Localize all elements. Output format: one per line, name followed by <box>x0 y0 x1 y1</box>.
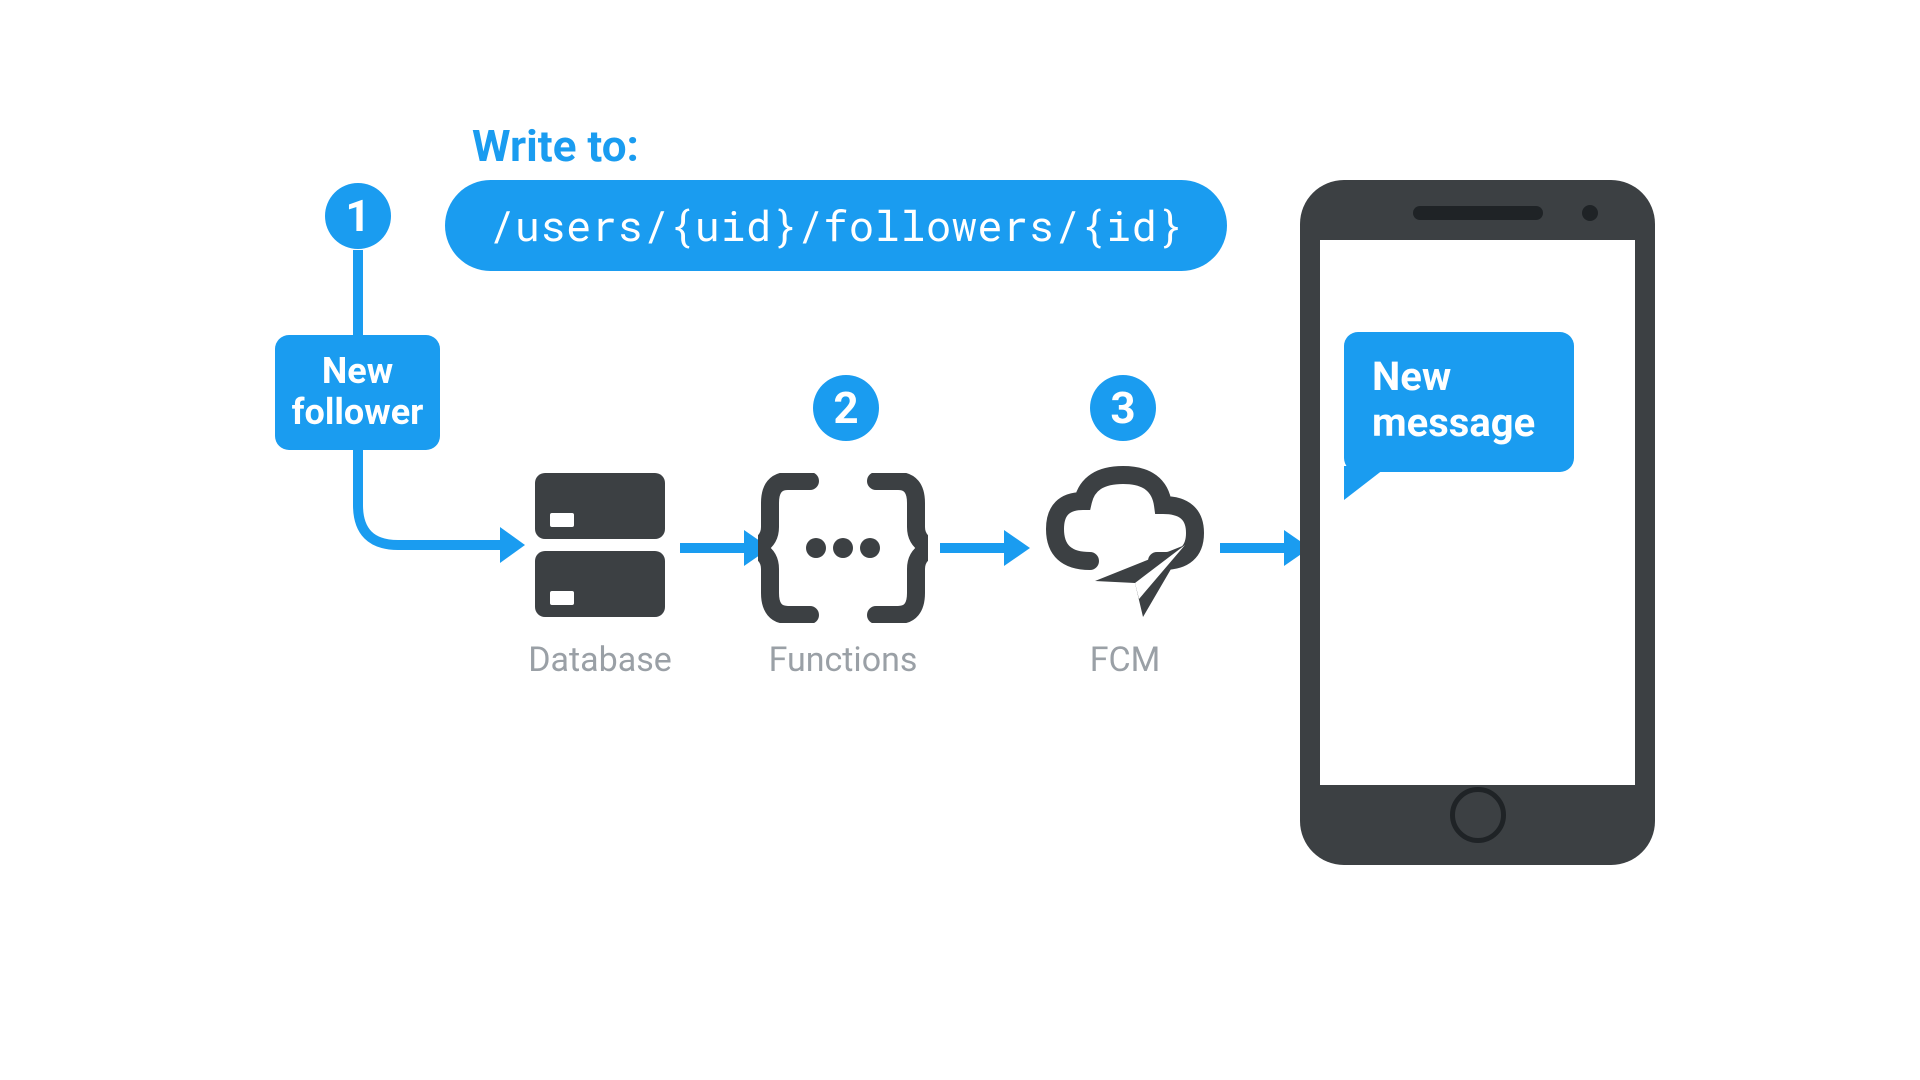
phone-device: New message <box>1300 180 1655 865</box>
fcm-label: FCM <box>1040 640 1210 680</box>
write-path-pill: /users/{uid}/followers/{id} <box>445 180 1227 271</box>
step-badge-2: 2 <box>813 375 879 441</box>
phone-camera-dot <box>1582 205 1598 221</box>
database-icon <box>520 465 680 625</box>
step-badge-3: 3 <box>1090 375 1156 441</box>
notification-bubble: New message <box>1344 332 1574 472</box>
diagram-canvas: Write to: /users/{uid}/followers/{id} 1 … <box>240 100 1680 920</box>
trigger-new-follower: New follower <box>275 335 440 450</box>
arrow-fcm-to-phone <box>1220 530 1310 566</box>
database-label: Database <box>510 640 690 680</box>
functions-icon <box>758 473 928 623</box>
arrow-database-to-functions <box>680 530 770 566</box>
phone-screen: New message <box>1320 240 1635 785</box>
fcm-icon <box>1035 465 1215 625</box>
functions-label: Functions <box>753 640 933 680</box>
step-badge-1: 1 <box>325 183 391 249</box>
arrow-functions-to-fcm <box>940 530 1030 566</box>
connector-step1-to-trigger <box>353 250 363 340</box>
arrow-trigger-to-database <box>350 435 525 565</box>
write-to-label: Write to: <box>472 120 639 172</box>
